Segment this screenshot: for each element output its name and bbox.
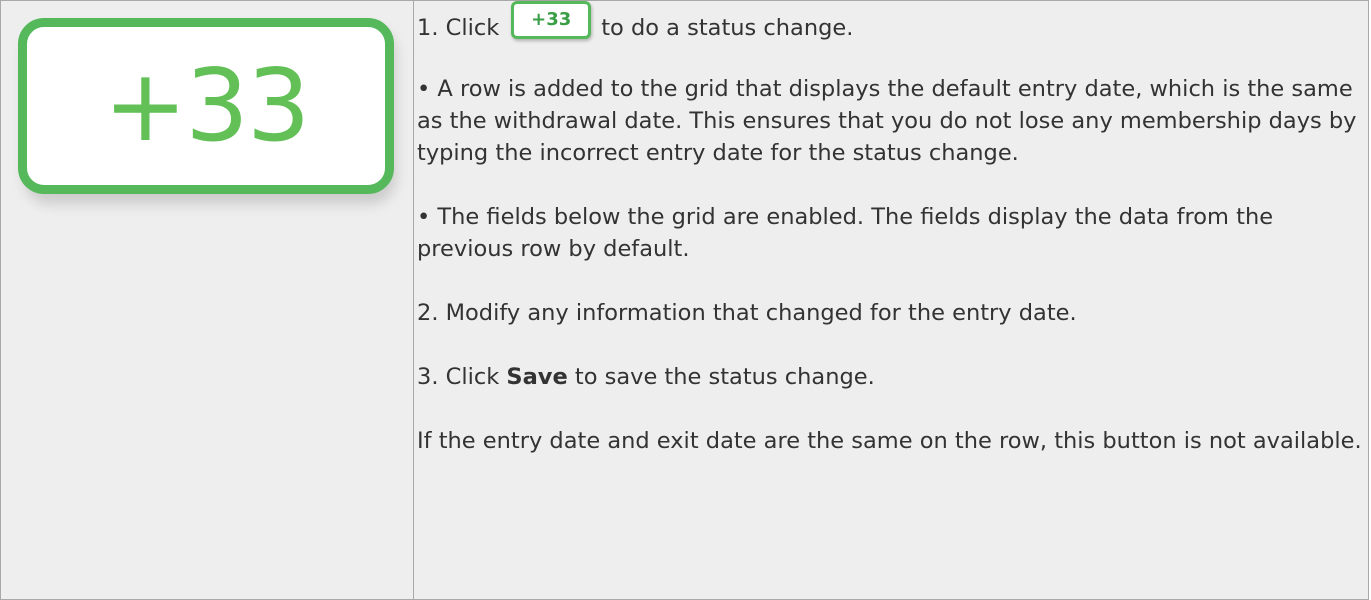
bullet-fields-enabled: • The fields below the grid are enabled.…	[417, 204, 1274, 262]
plus-33-button-icon: +33	[18, 18, 394, 194]
save-label: Save	[506, 364, 568, 390]
step-3: 3. Click Save to save the status change.	[417, 361, 1362, 393]
inline-plus-33-button: +33	[511, 1, 592, 39]
image-cell: +33	[0, 0, 414, 600]
table-row: +33 1. Click +33 to do a status change. …	[0, 0, 1369, 600]
availability-note: If the entry date and exit date are the …	[417, 428, 1362, 454]
step-1-prefix: 1. Click	[417, 15, 500, 41]
button-image: +33	[18, 18, 396, 204]
step-1: 1. Click +33 to do a status change.	[417, 1, 1362, 44]
step-3-suffix: to save the status change.	[574, 364, 875, 390]
description-cell: 1. Click +33 to do a status change. • A …	[413, 0, 1369, 600]
step-2: 2. Modify any information that changed f…	[417, 300, 1077, 326]
instruction-table: +33 1. Click +33 to do a status change. …	[0, 0, 1369, 600]
step-3-prefix: 3. Click	[417, 364, 507, 390]
step-1-suffix: to do a status change.	[601, 15, 854, 41]
bullet-row-added: • A row is added to the grid that displa…	[417, 76, 1357, 166]
